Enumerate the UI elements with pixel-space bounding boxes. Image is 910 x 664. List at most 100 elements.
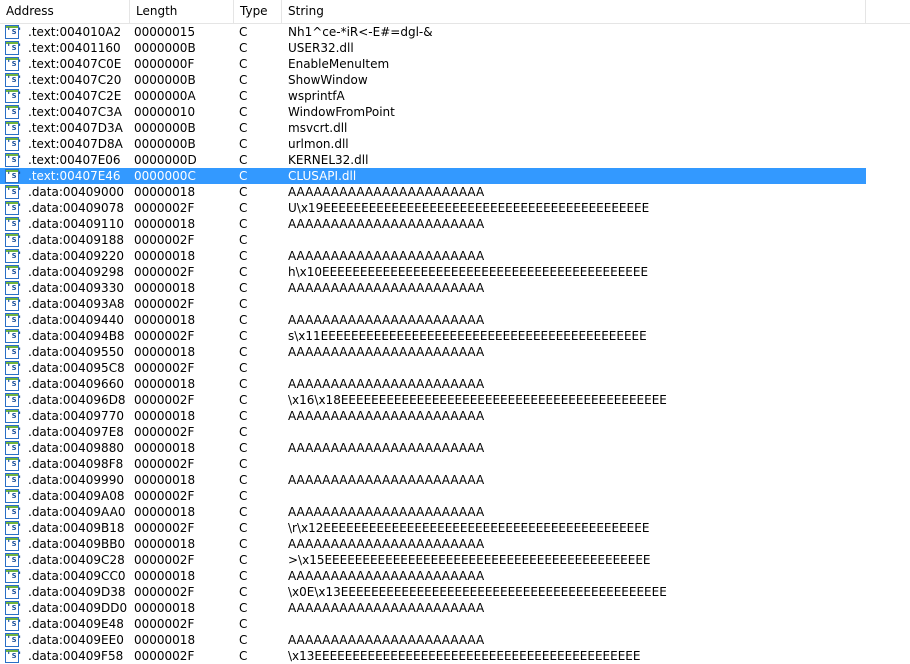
address-cell: .data:00409770 [28,409,124,423]
address-cell: .data:004097E8 [28,425,124,439]
table-row[interactable]: 's' .data:00409000 00000018 C AAAAAAAAAAAAAA… [0,184,866,200]
table-row[interactable]: 's' .data:00409F58 0000002F C \x13EEEEEEEEE… [0,648,866,664]
table-row[interactable]: 's' .data:00409770 00000018 C AAAAAAAAAAAAAA… [0,408,866,424]
table-row[interactable]: 's' .data:00409DD0 00000018 C AAAAAAAAAAAAAA… [0,600,866,616]
length-cell: 0000002F [134,233,195,247]
table-row[interactable]: 's' .data:00409330 00000018 C AAAAAAAAAAAAAA… [0,280,866,296]
string-icon: 's' [5,57,23,71]
table-row[interactable]: 's' .data:00409BB0 00000018 C AAAAAAAAAAAAAA… [0,536,866,552]
address-cell: .text:00407C20 [28,73,122,87]
address-cell: .data:00409AA0 [28,505,126,519]
table-row[interactable]: 's' .text:00401160 0000000B C USER32.dll [0,40,866,56]
table-row[interactable]: 's' .text:00407E06 0000000D C KERNEL32.dll [0,152,866,168]
table-row[interactable]: 's' .data:00409110 00000018 C AAAAAAAAAAAAAA… [0,216,866,232]
table-row[interactable]: 's' .data:004095C8 0000002F C [0,360,866,376]
length-cell: 00000018 [134,377,196,391]
type-cell: C [239,153,248,167]
table-row[interactable]: 's' .text:00407C0E 0000000F C EnableMenuItem [0,56,866,72]
length-cell: 00000015 [134,25,196,39]
table-row[interactable]: 's' .text:00407C20 0000000B C ShowWindow [0,72,866,88]
strings-list: 's' .text:004010A2 00000015 C Nh1^ce-*iR<-E#… [0,24,866,664]
string-icon: 's' [5,313,23,327]
address-cell: .text:004010A2 [28,25,122,39]
string-icon: 's' [5,41,23,55]
string-cell: KERNEL32.dll [288,153,369,167]
table-row[interactable]: 's' .text:00407D8A 0000000B Curlmon.dll [0,136,866,152]
address-cell: .data:00409C28 [28,553,125,567]
address-cell: .data:00409880 [28,441,124,455]
table-row[interactable]: 's' .data:00409660 00000018 C AAAAAAAAAAAAAA… [0,376,866,392]
type-cell: C [239,329,248,343]
type-cell: C [239,441,248,455]
string-icon: 's' [5,25,23,39]
table-row[interactable]: 's' .text:00407E46 0000000C C CLUSAPI.dll [0,168,866,184]
length-cell: 0000002F [134,649,195,663]
table-row[interactable]: 's' .data:004094B8 0000002F Cs\x11EEEEEEEEE… [0,328,866,344]
type-cell: C [239,505,248,519]
address-cell: .text:00407D8A [28,137,123,151]
table-row[interactable]: 's' .text:00407C3A 00000010 C WindowFromPoin… [0,104,866,120]
table-row[interactable]: 's' .data:004093A8 0000002F C [0,296,866,312]
column-header-address[interactable]: Address [0,0,130,23]
table-row[interactable]: 's' .text:00407C2E 0000000A CwsprintfA [0,88,866,104]
string-cell: U\x19EEEEEEEEEEEEEEEEEEEEEEEEEEEEEEEEEEE… [288,201,650,215]
table-row[interactable]: 's' .data:00409298 0000002F Ch\x10EEEEEEEEE… [0,264,866,280]
address-cell: .data:00409D38 [28,585,126,599]
type-cell: C [239,361,248,375]
table-row[interactable]: 's' .data:004098F8 0000002F C [0,456,866,472]
length-cell: 0000000D [134,153,197,167]
table-row[interactable]: 's' .data:00409C28 0000002F C >\x15EEEEEEEEE… [0,552,866,568]
table-row[interactable]: 's' .text:004010A2 00000015 C Nh1^ce-*iR<-E#… [0,24,866,40]
table-row[interactable]: 's' .data:00409A08 0000002F C [0,488,866,504]
table-row[interactable]: 's' .data:00409188 0000002F C [0,232,866,248]
column-header-length[interactable]: Length [130,0,234,23]
table-row[interactable]: 's' .data:00409220 00000018 C AAAAAAAAAAAAAA… [0,248,866,264]
length-cell: 0000000B [134,121,196,135]
type-cell: C [239,425,248,439]
column-header-string[interactable]: String [282,0,866,23]
type-cell: C [239,457,248,471]
type-cell: C [239,73,248,87]
length-cell: 00000018 [134,505,196,519]
string-cell: \r\x12EEEEEEEEEEEEEEEEEEEEEEEEEEEEEEEEEE… [288,521,650,535]
table-row[interactable]: 's' .data:00409EE0 00000018 C AAAAAAAAAAAAAA… [0,632,866,648]
table-row[interactable]: 's' .data:00409B18 0000002F C \r\x12EEEEEEEE… [0,520,866,536]
string-cell: \x0E\x13EEEEEEEEEEEEEEEEEEEEEEEEEEEEEEEE… [288,585,667,599]
string-icon: 's' [5,505,23,519]
length-cell: 0000000B [134,137,196,151]
table-row[interactable]: 's' .data:00409E48 0000002F C [0,616,866,632]
address-cell: .data:004098F8 [28,457,124,471]
table-row[interactable]: 's' .text:00407D3A 0000000B Cmsvcrt.dll [0,120,866,136]
table-row[interactable]: 's' .data:00409440 00000018 C AAAAAAAAAAAAAA… [0,312,866,328]
table-row[interactable]: 's' .data:00409880 00000018 C AAAAAAAAAAAAAA… [0,440,866,456]
address-cell: .text:00407C3A [28,105,122,119]
address-cell: .data:00409078 [28,201,124,215]
string-icon: 's' [5,185,23,199]
address-cell: .data:00409F58 [28,649,124,663]
type-cell: C [239,409,248,423]
type-cell: C [239,217,248,231]
address-cell: .data:00409000 [28,185,124,199]
table-row[interactable]: 's' .data:00409CC0 00000018 C AAAAAAAAAAAAAA… [0,568,866,584]
column-header-type[interactable]: Type [234,0,282,23]
table-row[interactable]: 's' .data:00409990 00000018 C AAAAAAAAAAAAAA… [0,472,866,488]
address-cell: .data:00409660 [28,377,124,391]
string-icon: 's' [5,105,23,119]
string-cell: AAAAAAAAAAAAAAAAAAAAAAA [288,441,485,455]
table-row[interactable]: 's' .data:004097E8 0000002F C [0,424,866,440]
string-cell: AAAAAAAAAAAAAAAAAAAAAAA [288,313,485,327]
table-row[interactable]: 's' .data:004096D8 0000002F C \x16\x18EEEEEE… [0,392,866,408]
address-cell: .data:004094B8 [28,329,125,343]
type-cell: C [239,601,248,615]
length-cell: 0000002F [134,457,195,471]
table-row[interactable]: 's' .data:00409D38 0000002F C \x0E\x13EEEEEE… [0,584,866,600]
string-icon: 's' [5,345,23,359]
type-cell: C [239,57,248,71]
string-cell: ShowWindow [288,73,368,87]
string-cell: AAAAAAAAAAAAAAAAAAAAAAA [288,409,485,423]
table-row[interactable]: 's' .data:00409078 0000002F C U\x19EEEEEEEEE… [0,200,866,216]
length-cell: 00000018 [134,281,196,295]
table-row[interactable]: 's' .data:00409550 00000018 C AAAAAAAAAAAAAA… [0,344,866,360]
length-cell: 0000002F [134,201,195,215]
table-row[interactable]: 's' .data:00409AA0 00000018 C AAAAAAAAAAAAAA… [0,504,866,520]
